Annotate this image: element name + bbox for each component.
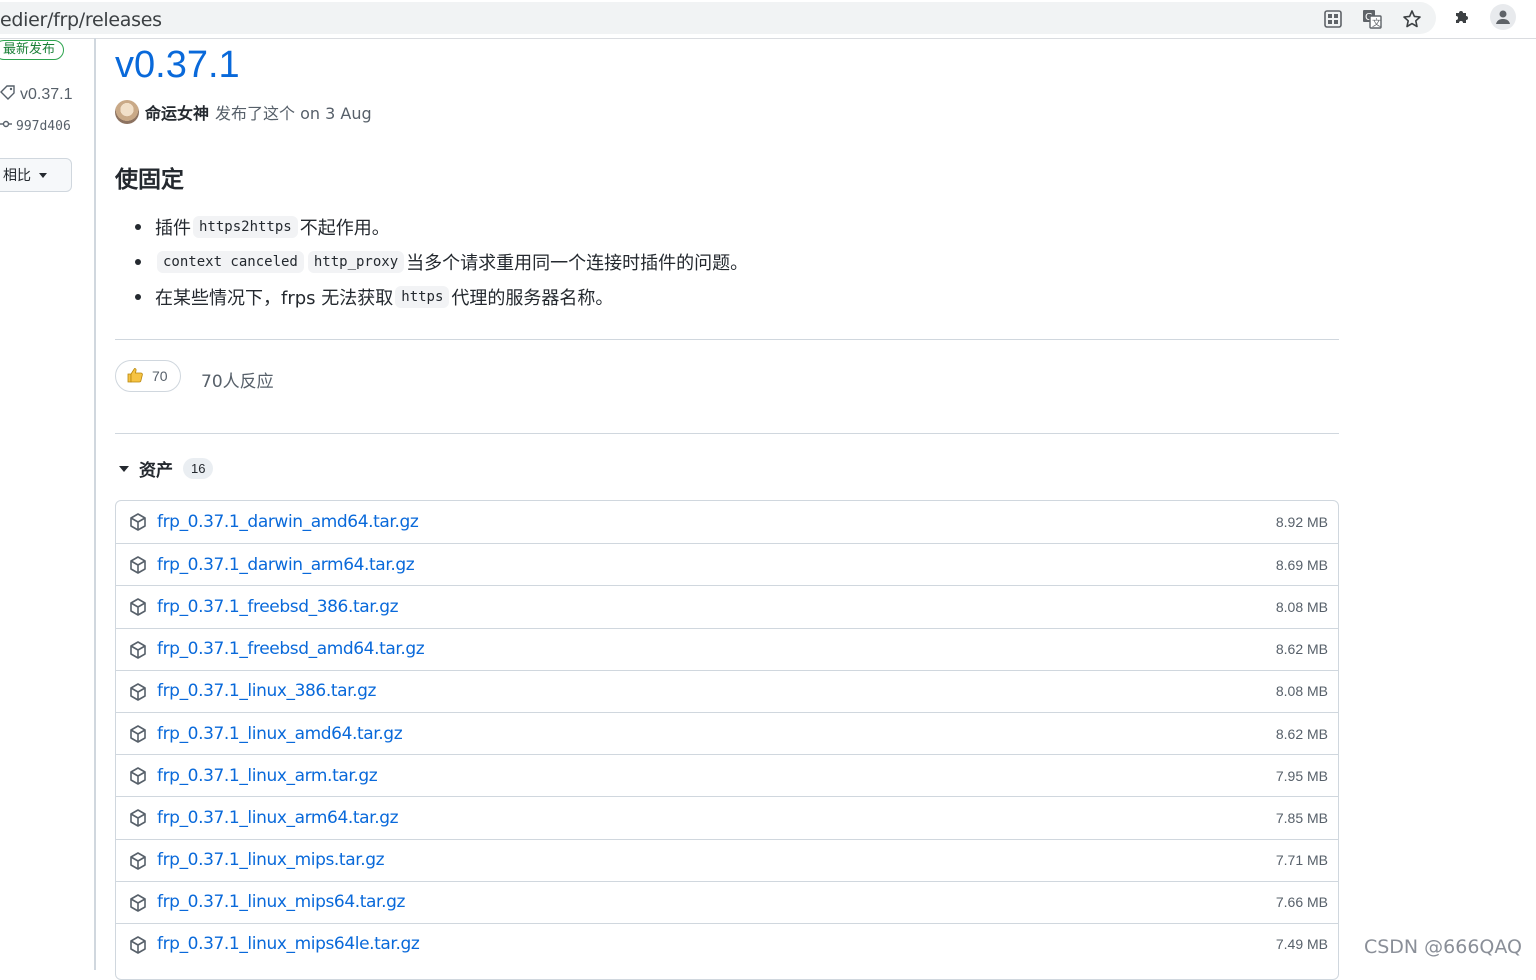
package-icon [128,851,148,871]
asset-download-link[interactable]: frp_0.37.1_darwin_amd64.tar.gz [157,512,419,532]
translate-icon[interactable]: G文 [1361,8,1383,30]
asset-download-link[interactable]: frp_0.37.1_linux_arm64.tar.gz [157,808,399,828]
code-span: https [395,285,450,308]
package-icon [128,555,148,575]
asset-download-link[interactable]: frp_0.37.1_freebsd_386.tar.gz [157,597,399,617]
asset-row: frp_0.37.1_freebsd_386.tar.gz 8.08 MB [116,585,1338,627]
package-icon [128,512,148,532]
commit-sha[interactable]: 997d406 [16,119,71,134]
package-icon [128,766,148,786]
asset-row: frp_0.37.1_linux_mips.tar.gz 7.71 MB [116,838,1338,881]
note-text: 当多个请求重用同一个连接时插件的问题。 [406,252,749,274]
avatar[interactable] [115,100,139,124]
asset-size: 7.71 MB [1275,852,1328,869]
assets-list: frp_0.37.1_darwin_amd64.tar.gz 8.92 MB frp… [115,500,1339,980]
reaction-summary: 70人反应 [201,372,274,392]
asset-size: 8.69 MB [1275,556,1328,573]
asset-download-link[interactable]: frp_0.37.1_linux_amd64.tar.gz [157,724,403,744]
package-icon [128,935,148,955]
qr-code-icon[interactable] [1322,8,1344,30]
asset-download-link[interactable]: frp_0.37.1_linux_386.tar.gz [157,681,376,701]
list-item: 插件 https2https 不起作用。 [135,209,748,244]
notes-heading: 使固定 [115,167,184,193]
asset-size: 7.66 MB [1275,894,1328,911]
note-text: 插件 [155,217,191,239]
assets-title: 资产 [139,461,173,481]
asset-row: frp_0.37.1_linux_mips64le.tar.gz 7.49 MB [116,922,1338,965]
thumbs-up-reaction-button[interactable]: 70 [115,360,181,392]
latest-release-badge: 最新发布 [0,40,65,60]
asset-row: frp_0.37.1_darwin_amd64.tar.gz 8.92 MB [116,501,1338,543]
asset-row: frp_0.37.1_linux_arm.tar.gz 7.95 MB [116,754,1338,796]
asset-row: frp_0.37.1_darwin_arm64.tar.gz 8.69 MB [116,543,1338,585]
tag-name[interactable]: v0.37.1 [20,86,72,104]
release-notes-list: 插件 https2https 不起作用。 context canceled ht… [135,209,748,314]
code-span: http_proxy [307,250,405,273]
address-bar[interactable]: edier/frp/releases G文 [0,2,1436,34]
note-text: 不起作用。 [299,217,390,239]
compare-button[interactable]: 相比 [0,158,72,192]
asset-download-link[interactable]: frp_0.37.1_linux_mips.tar.gz [157,850,385,870]
asset-row: frp_0.37.1_linux_arm64.tar.gz 7.85 MB [116,796,1338,838]
list-item: 在某些情况下，frps 无法获取 https 代理的服务器名称。 [135,279,748,314]
profile-icon[interactable] [1490,4,1516,30]
package-icon [128,808,148,828]
browser-toolbar: edier/frp/releases G文 [0,0,1536,39]
asset-size: 7.49 MB [1275,936,1328,953]
asset-row: frp_0.37.1_linux_mips64.tar.gz 7.66 MB [116,880,1338,923]
asset-size: 8.08 MB [1275,683,1328,700]
compare-label: 相比 [3,168,31,184]
reaction-count: 70 [152,368,168,384]
package-icon [128,640,148,660]
tag-link[interactable]: v0.37.1 [0,84,72,105]
release-sidebar: 最新发布 v0.37.1 997d406 相比 [0,38,96,970]
asset-size: 8.62 MB [1275,725,1328,742]
note-text: 在某些情况下，frps 无法获取 [155,287,394,309]
divider [115,433,1339,434]
svg-text:文: 文 [1372,17,1381,29]
package-icon [128,597,148,617]
asset-size: 8.62 MB [1275,641,1328,658]
thumbs-up-icon [126,366,144,387]
asset-size: 7.95 MB [1275,767,1328,784]
asset-download-link[interactable]: frp_0.37.1_linux_mips64.tar.gz [157,892,405,912]
author-name[interactable]: 命运女神 [145,100,209,124]
code-span: context canceled [157,250,304,273]
package-icon [128,893,148,913]
assets-toggle[interactable]: 资产 16 [119,456,214,481]
commit-link[interactable]: 997d406 [0,118,71,134]
chevron-down-icon [39,172,47,178]
asset-row: frp_0.37.1_linux_386.tar.gz 8.08 MB [116,669,1338,712]
release-title[interactable]: v0.37.1 [115,44,240,87]
url-text[interactable]: edier/frp/releases [0,9,162,31]
asset-size: 8.92 MB [1275,514,1328,531]
asset-size: 7.85 MB [1275,809,1328,826]
asset-row: frp_0.37.1_linux_amd64.tar.gz 8.62 MB [116,711,1338,754]
asset-size: 8.08 MB [1275,598,1328,615]
published-text: 发布了这个 on 3 Aug [215,104,372,123]
tag-icon [0,84,16,105]
package-icon [128,724,148,744]
package-icon [128,682,148,702]
note-text: 代理的服务器名称。 [451,287,614,309]
asset-download-link[interactable]: frp_0.37.1_freebsd_amd64.tar.gz [157,639,425,659]
triangle-down-icon [119,465,129,472]
release-author-row: 命运女神 发布了这个 on 3 Aug [115,100,372,124]
list-item: context canceled http_proxy 当多个请求重用同一个连接… [135,244,748,279]
csdn-watermark: CSDN @666QAQ [1363,936,1522,958]
code-span: https2https [193,215,298,238]
extensions-icon[interactable] [1451,6,1473,28]
asset-row: frp_0.37.1_freebsd_amd64.tar.gz 8.62 MB [116,627,1338,670]
divider [115,339,1339,340]
asset-download-link[interactable]: frp_0.37.1_linux_mips64le.tar.gz [157,934,420,954]
star-icon[interactable] [1401,8,1423,30]
commit-icon [0,118,12,134]
asset-download-link[interactable]: frp_0.37.1_linux_arm.tar.gz [157,766,378,786]
asset-download-link[interactable]: frp_0.37.1_darwin_arm64.tar.gz [157,555,415,575]
assets-count-badge: 16 [183,458,214,479]
